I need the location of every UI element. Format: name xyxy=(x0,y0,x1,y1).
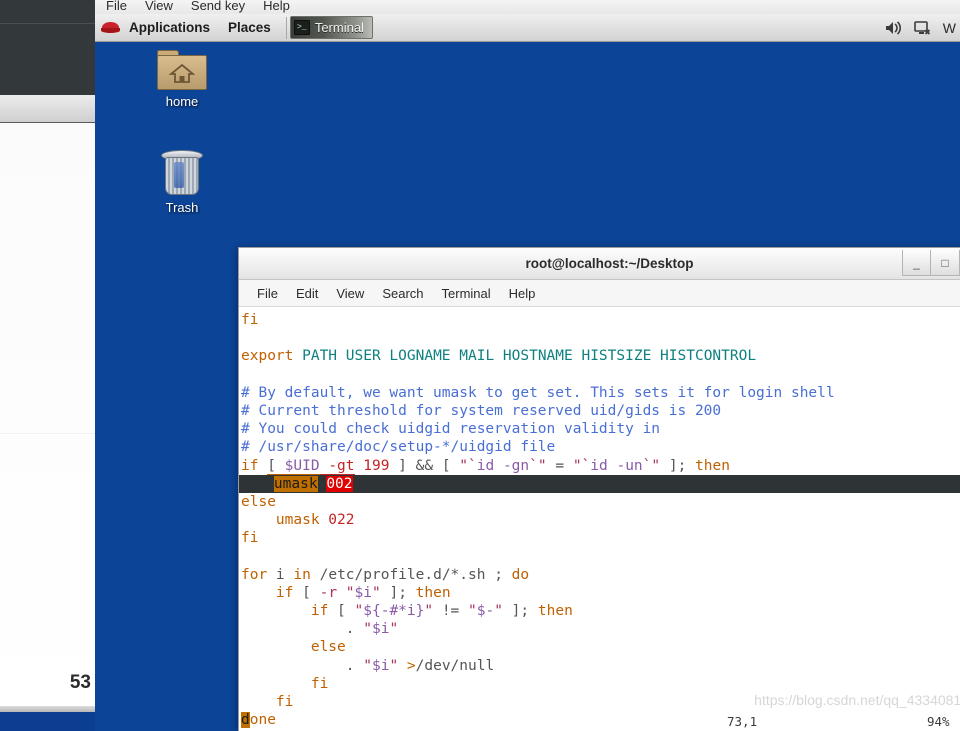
terminal-line: fi xyxy=(241,530,259,547)
terminal-line: # Current threshold for system reserved … xyxy=(241,402,722,419)
search-match-value: 002 xyxy=(326,475,353,492)
home-folder-icon xyxy=(157,50,207,90)
terminal-menu-file[interactable]: File xyxy=(249,284,286,303)
background-document-area xyxy=(0,123,95,711)
terminal-line: fi xyxy=(275,693,294,710)
viewer-menu-help[interactable]: Help xyxy=(263,0,290,13)
terminal-menu-view[interactable]: View xyxy=(328,284,372,303)
terminal-line: else xyxy=(241,493,276,510)
trash-can-icon xyxy=(160,150,204,196)
terminal-title-text: root@localhost:~/Desktop xyxy=(525,256,694,271)
terminal-line: fi xyxy=(241,312,259,328)
terminal-line: umask 022 xyxy=(275,512,355,529)
terminal-line: for i in /etc/profile.d/*.sh ; do xyxy=(241,566,530,583)
desktop-icon-home-label: home xyxy=(165,94,199,109)
speaker-icon[interactable] xyxy=(883,19,903,37)
terminal-line: # You could check uidgid reservation val… xyxy=(241,421,661,438)
terminal-line: export PATH USER LOGNAME MAIL HOSTNAME H… xyxy=(241,348,757,365)
terminal-window[interactable]: root@localhost:~/Desktop _ □ ✕ File Edit… xyxy=(238,247,960,731)
terminal-menu-search[interactable]: Search xyxy=(374,284,431,303)
maximize-button[interactable]: □ xyxy=(931,250,960,276)
places-menu[interactable]: Places xyxy=(219,14,280,41)
terminal-titlebar[interactable]: root@localhost:~/Desktop _ □ ✕ xyxy=(239,248,960,280)
viewer-menu-file[interactable]: File xyxy=(106,0,127,13)
desktop-icon-trash-label: Trash xyxy=(165,200,199,215)
redhat-logo-icon[interactable] xyxy=(101,20,120,35)
vim-scroll-percent: 94% xyxy=(927,713,950,729)
window-controls: _ □ ✕ xyxy=(902,250,960,276)
vim-cursor-position: 73,1 xyxy=(727,713,758,729)
gnome-top-panel: Applications Places >_ Terminal W xyxy=(95,14,960,42)
desktop-icon-trash[interactable]: Trash xyxy=(134,150,230,215)
terminal-line: if [ $UID -gt 199 ] && [ "`id -gn`" = "`… xyxy=(241,457,730,475)
terminal-menubar: File Edit View Search Terminal Help xyxy=(239,280,960,307)
background-window-titlebar xyxy=(0,0,95,24)
panel-cutoff-text: W xyxy=(942,19,956,36)
applications-menu[interactable]: Applications xyxy=(120,14,219,41)
network-disconnected-icon[interactable] xyxy=(913,19,933,37)
terminal-line: if [ "${-#*i}" != "$-" ]; then xyxy=(310,603,573,619)
terminal-text-area[interactable]: fi export PATH USER LOGNAME MAIL HOSTNAM… xyxy=(239,307,960,731)
taskbar-item-terminal-label: Terminal xyxy=(314,20,364,35)
desktop-area[interactable]: home Trash root@localhost:~/Desktop _ □ … xyxy=(95,42,960,731)
terminal-line: else xyxy=(310,639,346,656)
terminal-menu-help[interactable]: Help xyxy=(501,284,544,303)
background-window-toolbar[interactable] xyxy=(0,95,95,123)
viewer-menu-send-key[interactable]: Send key xyxy=(191,0,245,13)
minimize-button[interactable]: _ xyxy=(902,250,931,276)
terminal-line: . "$i" >/dev/null xyxy=(345,657,495,674)
panel-tray-area: W xyxy=(883,19,960,37)
viewer-menu-view[interactable]: View xyxy=(145,0,173,13)
taskbar-item-terminal[interactable]: >_ Terminal xyxy=(289,16,373,39)
terminal-icon: >_ xyxy=(293,20,310,35)
terminal-line: # /usr/share/doc/setup-*/uidgid file xyxy=(241,439,556,456)
document-page-number: 53 xyxy=(69,672,91,693)
search-match-word: umask xyxy=(273,475,318,492)
terminal-line-highlighted: umask 002 xyxy=(239,474,960,493)
terminal-line: # By default, we want umask to get set. … xyxy=(241,384,835,401)
document-rule-line xyxy=(0,433,95,434)
terminal-menu-edit[interactable]: Edit xyxy=(288,284,326,303)
terminal-line: . "$i" xyxy=(345,621,399,638)
desktop-icon-home[interactable]: home xyxy=(134,50,230,109)
background-window-header xyxy=(0,25,95,95)
panel-separator xyxy=(285,16,287,39)
terminal-line: fi xyxy=(310,675,329,692)
terminal-menu-terminal[interactable]: Terminal xyxy=(434,284,499,303)
terminal-line: if [ -r "$i" ]; then xyxy=(275,584,451,601)
background-window-blue-strip xyxy=(0,712,95,731)
vim-status-line: 73,1 94% xyxy=(239,713,960,731)
